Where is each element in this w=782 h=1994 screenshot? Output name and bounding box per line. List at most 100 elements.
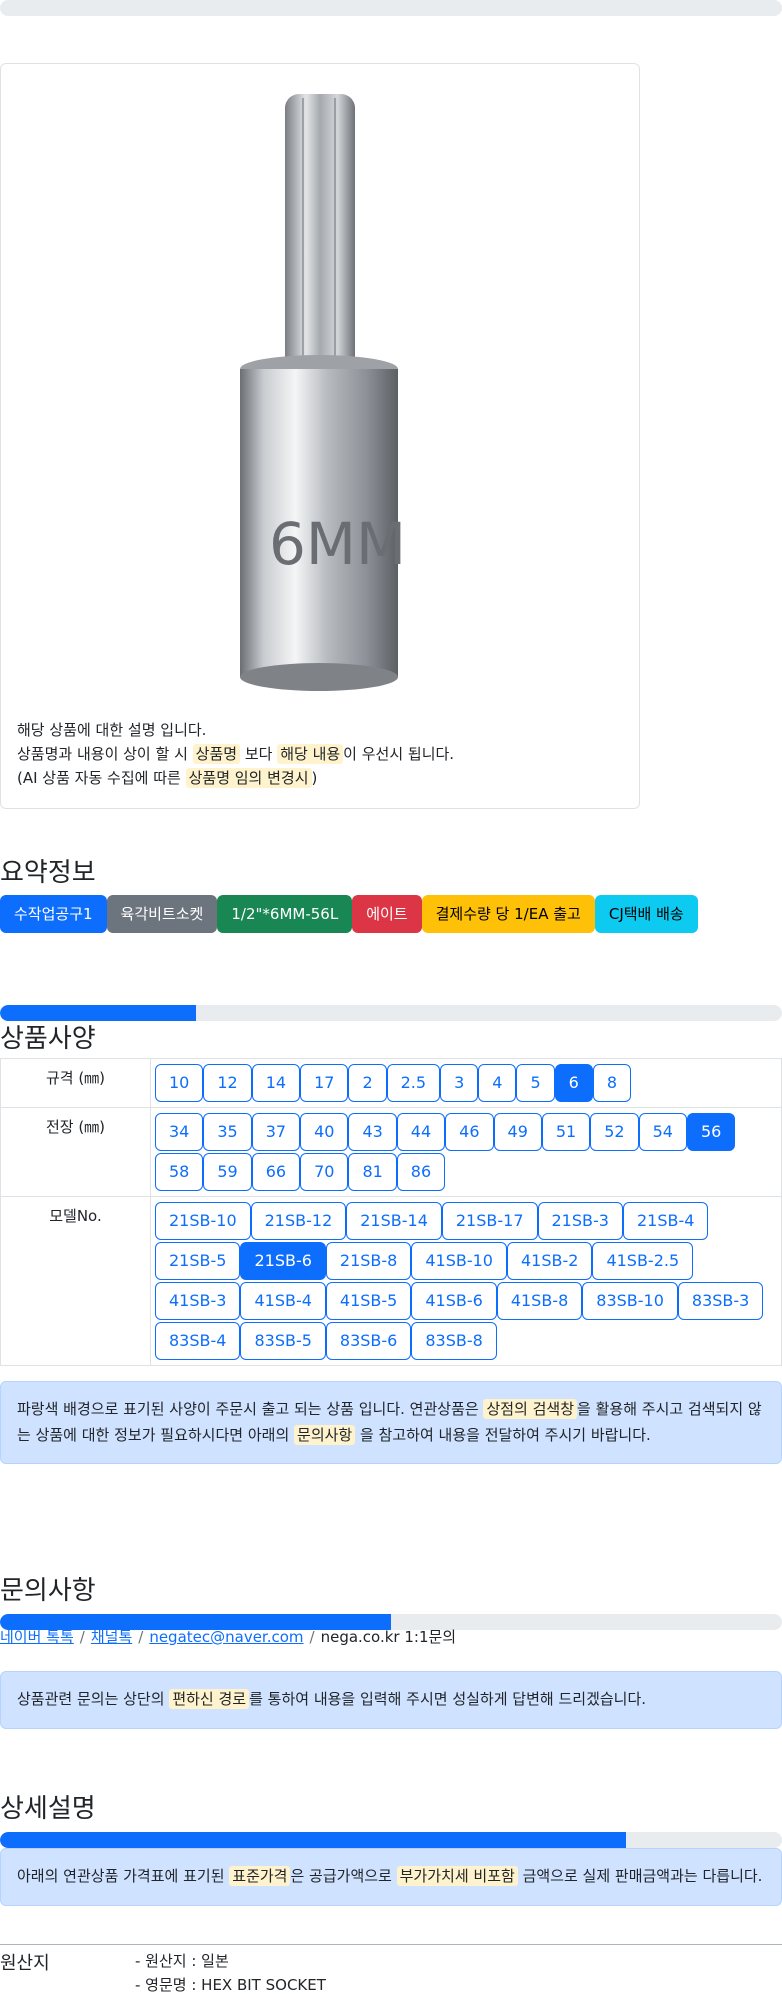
- spec-option[interactable]: 52: [590, 1113, 639, 1151]
- spec-option[interactable]: 41SB-4: [240, 1282, 326, 1320]
- spec-option[interactable]: 40: [300, 1113, 349, 1151]
- desc-text: (AI 상품 자동 수집에 따른: [17, 769, 186, 787]
- spec-option[interactable]: 41SB-3: [155, 1282, 241, 1320]
- spec-key: 규격 (㎜): [0, 1058, 151, 1108]
- notice-text: 아래의 연관상품 가격표에 표기된: [17, 1867, 230, 1885]
- spec-option[interactable]: 41SB-6: [411, 1282, 497, 1320]
- link-separator: /: [138, 1628, 144, 1646]
- spec-option[interactable]: 14: [251, 1064, 301, 1102]
- notice-text: 파랑색 배경으로 표기된 사양이 주문시 출고 되는 상품 입니다. 연관상품은: [17, 1400, 484, 1418]
- notice-text: 금액으로 실제 판매금액과는 다릅니다.: [517, 1867, 763, 1885]
- spec-table: 규격 (㎜) 10 12 14 17 2 2.5 3 4 5 6 8 전장 (㎜) 34 35 37 40 43 4…: [0, 1058, 782, 1366]
- inquiry-title: 문의사항: [0, 1576, 96, 1606]
- spec-option[interactable]: 54: [638, 1113, 687, 1151]
- spec-row: 전장 (㎜) 34 35 37 40 43 44 46 49 51 52 54 56 58 59 66 70 81…: [0, 1107, 782, 1197]
- spec-option[interactable]: 10: [155, 1064, 204, 1102]
- desc-line-3: (AI 상품 자동 수집에 따른 상품명 임의 변경시): [17, 766, 454, 790]
- channel-talk-link[interactable]: 채널톡: [91, 1628, 132, 1646]
- spec-option[interactable]: 12: [203, 1064, 252, 1102]
- desc-text: ): [311, 769, 318, 787]
- spec-key: 모델No.: [0, 1196, 151, 1366]
- spec-option[interactable]: 4: [478, 1064, 517, 1102]
- spec-option[interactable]: 83SB-10: [582, 1282, 678, 1320]
- notice-text: 상품관련 문의는 상단의: [17, 1690, 170, 1708]
- notice-text: 은 공급가액으로: [290, 1867, 397, 1885]
- spec-option[interactable]: 46: [445, 1113, 494, 1151]
- spec-option[interactable]: 83SB-4: [155, 1322, 241, 1360]
- summary-badge: 1/2"*6MM-56L: [217, 895, 353, 933]
- spec-option-selected[interactable]: 21SB-6: [240, 1242, 326, 1280]
- spec-option[interactable]: 59: [203, 1153, 252, 1191]
- spec-option[interactable]: 21SB-3: [537, 1202, 623, 1240]
- desc-text: 상품명과 내용이 상이 할 시: [17, 745, 193, 763]
- spec-option[interactable]: 44: [396, 1113, 446, 1151]
- spec-option[interactable]: 83SB-3: [677, 1282, 764, 1320]
- spec-option[interactable]: 34: [155, 1113, 204, 1151]
- spec-option[interactable]: 21SB-5: [155, 1242, 241, 1280]
- spec-values: 10 12 14 17 2 2.5 3 4 5 6 8: [150, 1058, 782, 1108]
- desc-line-2: 상품명과 내용이 상이 할 시 상품명 보다 해당 내용 이 우선시 됩니다.: [17, 742, 454, 766]
- spec-option[interactable]: 21SB-12: [250, 1202, 347, 1240]
- spec-option[interactable]: 21SB-4: [622, 1202, 709, 1240]
- notice-text: 를 통하여 내용을 입력해 주시면 성실하게 답변해 드리겠습니다.: [249, 1690, 647, 1708]
- spec-option[interactable]: 66: [251, 1153, 301, 1191]
- spec-option[interactable]: 51: [541, 1113, 591, 1151]
- spec-option[interactable]: 8: [592, 1064, 632, 1102]
- origin-item: - 영문명 : HEX BIT SOCKET: [135, 1976, 326, 1994]
- inquiry-notice: 상품관련 문의는 상단의 편하신 경로 를 통하여 내용을 입력해 주시면 성실하…: [0, 1671, 782, 1729]
- spec-option[interactable]: 58: [155, 1153, 204, 1191]
- spec-option[interactable]: 43: [348, 1113, 397, 1151]
- spec-option[interactable]: 86: [396, 1153, 446, 1191]
- desc-highlight: 해당 내용: [277, 744, 344, 764]
- spec-notice: 파랑색 배경으로 표기된 사양이 주문시 출고 되는 상품 입니다. 연관상품은…: [0, 1381, 782, 1464]
- email-link[interactable]: negatec@naver.com: [149, 1628, 303, 1646]
- product-image: 6MM: [240, 94, 406, 691]
- summary-badge: 결제수량 당 1/EA 출고: [421, 895, 595, 933]
- spec-option[interactable]: 41SB-10: [411, 1242, 507, 1280]
- spec-option[interactable]: 21SB-10: [155, 1202, 251, 1240]
- spec-values: 21SB-10 21SB-12 21SB-14 21SB-17 21SB-3 21SB-4…: [150, 1196, 782, 1366]
- product-card: 6MM 해당 상품에 대한 설명 입니다. 상품명과 내용이 상이 할 시 상품…: [0, 63, 640, 809]
- spec-option[interactable]: 49: [493, 1113, 542, 1151]
- origin-list: - 원산지 : 일본 - 영문명 : HEX BIT SOCKET: [135, 1949, 326, 1994]
- spec-option[interactable]: 83SB-5: [240, 1322, 326, 1360]
- spec-values: 34 35 37 40 43 44 46 49 51 52 54 56 58 59 66 70 81 86: [150, 1107, 782, 1197]
- spec-option[interactable]: 41SB-5: [325, 1282, 412, 1320]
- spec-option[interactable]: 83SB-6: [325, 1322, 412, 1360]
- spec-option[interactable]: 17: [300, 1064, 349, 1102]
- spec-option[interactable]: 21SB-8: [325, 1242, 412, 1280]
- notice-highlight: 문의사항: [294, 1425, 356, 1445]
- desc-text: 이 우선시 됩니다.: [343, 745, 455, 763]
- site-inquiry-text: nega.co.kr 1:1문의: [320, 1628, 457, 1646]
- spec-option[interactable]: 70: [300, 1153, 349, 1191]
- spec-option[interactable]: 2.5: [386, 1064, 441, 1102]
- spec-option[interactable]: 21SB-17: [441, 1202, 538, 1240]
- spec-option[interactable]: 2: [348, 1064, 387, 1102]
- spec-option[interactable]: 83SB-8: [411, 1322, 497, 1360]
- desc-highlight: 상품명 임의 변경시: [185, 768, 312, 788]
- summary-badge: CJ택배 배송: [594, 895, 698, 933]
- spec-option[interactable]: 41SB-2.5: [592, 1242, 694, 1280]
- naver-talk-link[interactable]: 네이버 톡톡: [0, 1628, 74, 1646]
- inquiry-links: 네이버 톡톡 / 채널톡 / negatec@naver.com / nega.co.kr …: [0, 1626, 456, 1647]
- spec-option[interactable]: 3: [440, 1064, 479, 1102]
- spec-option[interactable]: 37: [251, 1113, 301, 1151]
- spec-row: 규격 (㎜) 10 12 14 17 2 2.5 3 4 5 6 8: [0, 1058, 782, 1108]
- spec-option[interactable]: 21SB-14: [346, 1202, 442, 1240]
- notice-highlight: 상점의 검색창: [483, 1399, 578, 1419]
- spec-key: 전장 (㎜): [0, 1107, 151, 1197]
- detail-notice: 아래의 연관상품 가격표에 표기된 표준가격 은 공급가액으로 부가가치세 비포함…: [0, 1848, 782, 1906]
- spec-progress-bar: [0, 1005, 782, 1021]
- spec-option[interactable]: 35: [203, 1113, 252, 1151]
- origin-row: 원산지 - 원산지 : 일본 - 영문명 : HEX BIT SOCKET: [0, 1944, 782, 1994]
- spec-option[interactable]: 5: [516, 1064, 555, 1102]
- spec-option[interactable]: 41SB-2: [506, 1242, 593, 1280]
- spec-option-selected[interactable]: 6: [554, 1064, 593, 1102]
- spec-option-selected[interactable]: 56: [686, 1113, 736, 1151]
- spec-option[interactable]: 81: [348, 1153, 397, 1191]
- summary-title: 요약정보: [0, 858, 96, 888]
- desc-line-1: 해당 상품에 대한 설명 입니다.: [17, 721, 207, 739]
- spec-option[interactable]: 41SB-8: [496, 1282, 583, 1320]
- notice-text: 을 참고하여 내용을 전달하여 주시기 바랍니다.: [355, 1426, 651, 1444]
- detail-progress-fill: [0, 1832, 626, 1848]
